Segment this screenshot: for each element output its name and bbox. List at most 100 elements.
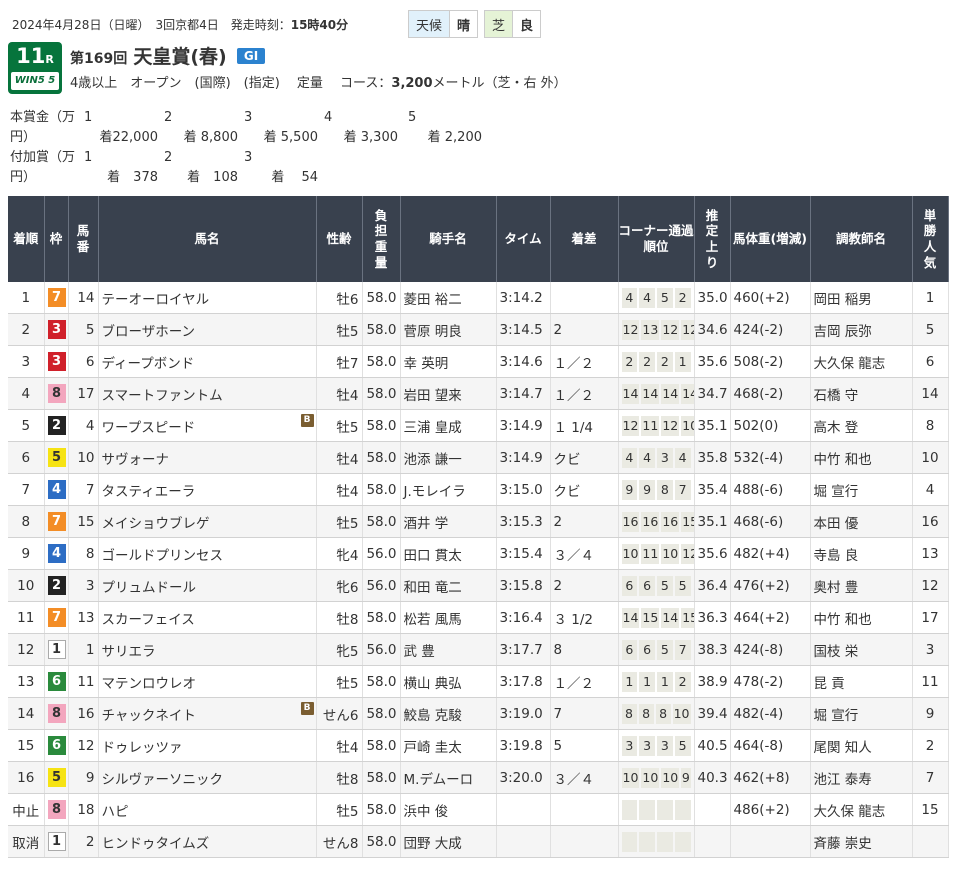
corner-position: 1 — [639, 671, 655, 692]
trainer-name[interactable]: 奥村 豊 — [810, 569, 913, 602]
last-3f — [694, 793, 731, 826]
weight-carried: 58.0 — [362, 377, 401, 410]
jockey-name[interactable]: 団野 大成 — [400, 825, 497, 858]
trainer-name[interactable]: 堀 宣行 — [810, 697, 913, 730]
jockey-name[interactable]: 三浦 皇成 — [400, 409, 497, 442]
jockey-name[interactable]: 戸崎 圭太 — [400, 729, 497, 762]
horse-weight: 482(+4) — [730, 537, 811, 570]
trainer-name[interactable]: 大久保 龍志 — [810, 345, 913, 378]
horse-name-link[interactable]: タスティエーラ — [102, 484, 196, 500]
horse-name-link[interactable]: ワープスピード — [102, 420, 196, 436]
sex-age: 牡6 — [316, 282, 363, 314]
horse-name-link[interactable]: テーオーロイヤル — [102, 292, 210, 308]
horse-name[interactable]: ブローザホーン — [98, 313, 317, 346]
horse-name[interactable]: ゴールドプリンセス — [98, 537, 317, 570]
trainer-name[interactable]: 中竹 和也 — [810, 601, 913, 634]
trainer-name[interactable]: 昆 貢 — [810, 665, 913, 698]
waku-badge: 4 — [47, 480, 66, 499]
race-distance: 3,200 — [391, 76, 433, 91]
waku-number: 2 — [44, 409, 69, 442]
margin: 2 — [550, 569, 619, 602]
corner-position — [639, 831, 655, 852]
horse-name[interactable]: マテンロウレオ — [98, 665, 317, 698]
weight-carried: 58.0 — [362, 601, 401, 634]
trainer-name[interactable]: 池江 泰寿 — [810, 761, 913, 794]
trainer-name[interactable]: 岡田 稲男 — [810, 282, 913, 314]
trainer-name[interactable]: 尾関 知人 — [810, 729, 913, 762]
jockey-name[interactable]: 松若 風馬 — [400, 601, 497, 634]
horse-name[interactable]: ドゥレッツァ — [98, 729, 317, 762]
corner-position: 5 — [657, 639, 673, 660]
trainer-name[interactable]: 中竹 和也 — [810, 441, 913, 474]
corner-position: 8 — [638, 703, 654, 724]
jockey-name[interactable]: 和田 竜二 — [400, 569, 497, 602]
horse-name[interactable]: スカーフェイス — [98, 601, 317, 634]
finish-position: 6 — [8, 441, 45, 474]
race-conditions: 4歳以上 オープン (国際) (指定) 定量 コース：3,200メートル（芝・右… — [70, 72, 567, 91]
trainer-name[interactable]: 石橋 守 — [810, 377, 913, 410]
jockey-name[interactable]: 菱田 裕二 — [400, 282, 497, 314]
horse-name-link[interactable]: マテンロウレオ — [102, 676, 197, 692]
jockey-name[interactable]: 池添 謙一 — [400, 441, 497, 474]
horse-name-link[interactable]: ディープボンド — [102, 356, 195, 372]
horse-name-link[interactable]: ヒンドゥタイムズ — [102, 836, 210, 852]
weight-carried: 56.0 — [362, 633, 401, 666]
horse-name[interactable]: メイショウブレゲ — [98, 505, 317, 538]
horse-name[interactable]: ワープスピード B — [98, 409, 317, 442]
trainer-name[interactable]: 堀 宣行 — [810, 473, 913, 506]
prize-value: 着 3,300 — [343, 130, 398, 145]
last-3f: 34.7 — [694, 377, 731, 410]
trainer-name[interactable]: 寺島 良 — [810, 537, 913, 570]
sex-age: せん6 — [316, 697, 363, 730]
horse-name-link[interactable]: スカーフェイス — [102, 612, 195, 628]
horse-name-link[interactable]: シルヴァーソニック — [102, 772, 224, 788]
horse-name[interactable]: ハピ — [98, 793, 317, 826]
jockey-name[interactable]: 浜中 俊 — [400, 793, 497, 826]
last-3f: 36.4 — [694, 569, 731, 602]
jockey-name[interactable]: 武 豊 — [400, 633, 497, 666]
jockey-name[interactable]: 田口 貫太 — [400, 537, 497, 570]
finish-time: 3:20.0 — [496, 761, 551, 794]
horse-name-link[interactable]: チャックネイト — [102, 708, 196, 724]
trainer-name[interactable]: 大久保 龍志 — [810, 793, 913, 826]
jockey-name[interactable]: M.デムーロ — [400, 761, 497, 794]
horse-name[interactable]: ディープボンド — [98, 345, 317, 378]
horse-name-link[interactable]: サヴォーナ — [102, 452, 170, 468]
jockey-name[interactable]: J.モレイラ — [400, 473, 497, 506]
trainer-name[interactable]: 斉藤 崇史 — [810, 825, 913, 858]
trainer-name[interactable]: 吉岡 辰弥 — [810, 313, 913, 346]
trainer-name[interactable]: 本田 優 — [810, 505, 913, 538]
sex-age: 牡5 — [316, 793, 363, 826]
horse-name[interactable]: タスティエーラ — [98, 473, 317, 506]
horse-name-link[interactable]: ハピ — [102, 804, 129, 820]
horse-name[interactable]: サリエラ — [98, 633, 317, 666]
jockey-name[interactable]: 酒井 学 — [400, 505, 497, 538]
jockey-name[interactable]: 鮫島 克駿 — [400, 697, 497, 730]
trainer-name[interactable]: 国枝 栄 — [810, 633, 913, 666]
horse-name-link[interactable]: プリュムドール — [102, 580, 197, 596]
corner-position: 3 — [639, 735, 655, 756]
jockey-name[interactable]: 横山 典弘 — [400, 665, 497, 698]
margin: クビ — [550, 473, 619, 506]
horse-name-link[interactable]: サリエラ — [102, 644, 156, 660]
horse-name-link[interactable]: ドゥレッツァ — [102, 740, 183, 756]
horse-name[interactable]: プリュムドール — [98, 569, 317, 602]
table-row: 15 6 12 ドゥレッツァ 牡4 58.0 戸崎 圭太 3:19.8 5 3 3 3 5 40.5 464… — [8, 729, 949, 762]
horse-name-link[interactable]: ゴールドプリンセス — [102, 548, 224, 564]
last-3f: 35.4 — [694, 473, 731, 506]
horse-name[interactable]: サヴォーナ — [98, 441, 317, 474]
jockey-name[interactable]: 幸 英明 — [400, 345, 497, 378]
track-box: 芝 良 — [484, 10, 542, 38]
horse-name-link[interactable]: ブローザホーン — [102, 324, 196, 340]
jockey-name[interactable]: 菅原 明良 — [400, 313, 497, 346]
horse-name[interactable]: スマートファントム — [98, 377, 317, 410]
horse-name-link[interactable]: メイショウブレゲ — [102, 516, 210, 532]
horse-name[interactable]: テーオーロイヤル — [98, 282, 317, 314]
last-3f: 38.3 — [694, 633, 731, 666]
jockey-name[interactable]: 岩田 望来 — [400, 377, 497, 410]
horse-name-link[interactable]: スマートファントム — [102, 388, 223, 404]
horse-name[interactable]: チャックネイト B — [98, 697, 317, 730]
horse-name[interactable]: ヒンドゥタイムズ — [98, 825, 317, 858]
trainer-name[interactable]: 高木 登 — [810, 409, 913, 442]
horse-name[interactable]: シルヴァーソニック — [98, 761, 317, 794]
